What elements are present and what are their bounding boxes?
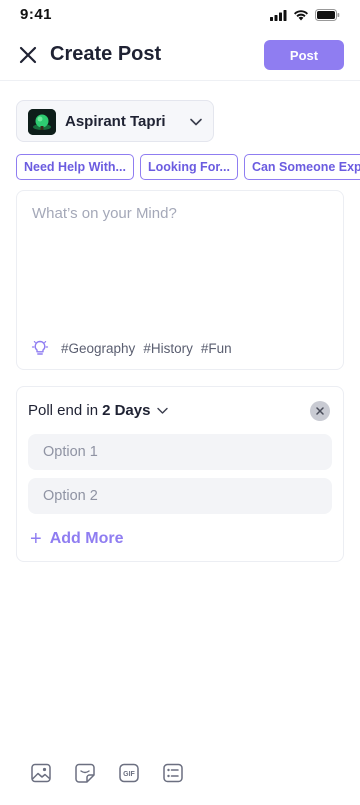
composer-placeholder[interactable]: What’s on your Mind?: [32, 205, 177, 222]
poll-option-1-input[interactable]: Option 1: [28, 434, 332, 470]
poll-card: Poll end in 2 Days Option 1 Option 2 + A…: [16, 386, 344, 562]
chip-can-someone-explain[interactable]: Can Someone Explain: [243, 154, 360, 180]
poll-icon: [163, 763, 183, 783]
close-icon: [19, 46, 37, 64]
close-button[interactable]: [18, 45, 38, 65]
status-icons: [270, 9, 340, 21]
chevron-down-icon: [190, 118, 202, 126]
status-time: 9:41: [20, 6, 53, 23]
tag-fun[interactable]: #Fun: [201, 341, 232, 356]
signal-icon: [270, 9, 287, 21]
add-more-label: Add More: [49, 530, 124, 547]
chevron-down-icon: [156, 404, 169, 417]
poll-end-prefix: Poll end in: [28, 402, 99, 419]
poll-end-value: 2 Days: [102, 402, 151, 419]
add-image-button[interactable]: [30, 762, 52, 784]
lightbulb-icon: [31, 339, 49, 357]
chip-need-help[interactable]: Need Help With...: [16, 154, 134, 180]
tag-geography[interactable]: #Geography: [61, 341, 135, 356]
battery-icon: [315, 9, 340, 21]
post-button[interactable]: Post: [264, 40, 344, 70]
page-title: Create Post: [50, 43, 162, 65]
image-icon: [31, 763, 51, 783]
tag-history[interactable]: #History: [143, 341, 193, 356]
add-poll-button[interactable]: [162, 762, 184, 784]
add-gif-button[interactable]: GIF: [118, 762, 140, 784]
gif-text: GIF: [123, 771, 135, 778]
add-more-option-button[interactable]: + Add More: [30, 529, 123, 549]
community-name: Aspirant Tapri: [65, 113, 166, 130]
chip-looking-for[interactable]: Looking For...: [139, 154, 238, 180]
gif-icon: GIF: [119, 763, 139, 783]
status-bar: 9:41: [0, 0, 360, 30]
add-sticker-button[interactable]: [74, 762, 96, 784]
header: Create Post Post: [0, 30, 360, 81]
poll-option-2-input[interactable]: Option 2: [28, 478, 332, 514]
community-logo: [28, 109, 56, 135]
plus-icon: +: [30, 528, 42, 550]
community-selector[interactable]: Aspirant Tapri: [16, 100, 214, 142]
attachment-toolbar: GIF: [30, 762, 184, 784]
remove-poll-button[interactable]: [310, 401, 330, 421]
suggested-tags: #Geography #History #Fun: [31, 339, 240, 357]
prompt-chips: Need Help With... Looking For... Can Someo…: [16, 154, 360, 180]
close-icon: [316, 407, 324, 415]
sticker-icon: [75, 763, 95, 783]
post-composer[interactable]: What’s on your Mind? #Geography #History…: [16, 190, 344, 370]
wifi-icon: [294, 10, 308, 21]
poll-duration-select[interactable]: Poll end in 2 Days: [28, 402, 169, 419]
